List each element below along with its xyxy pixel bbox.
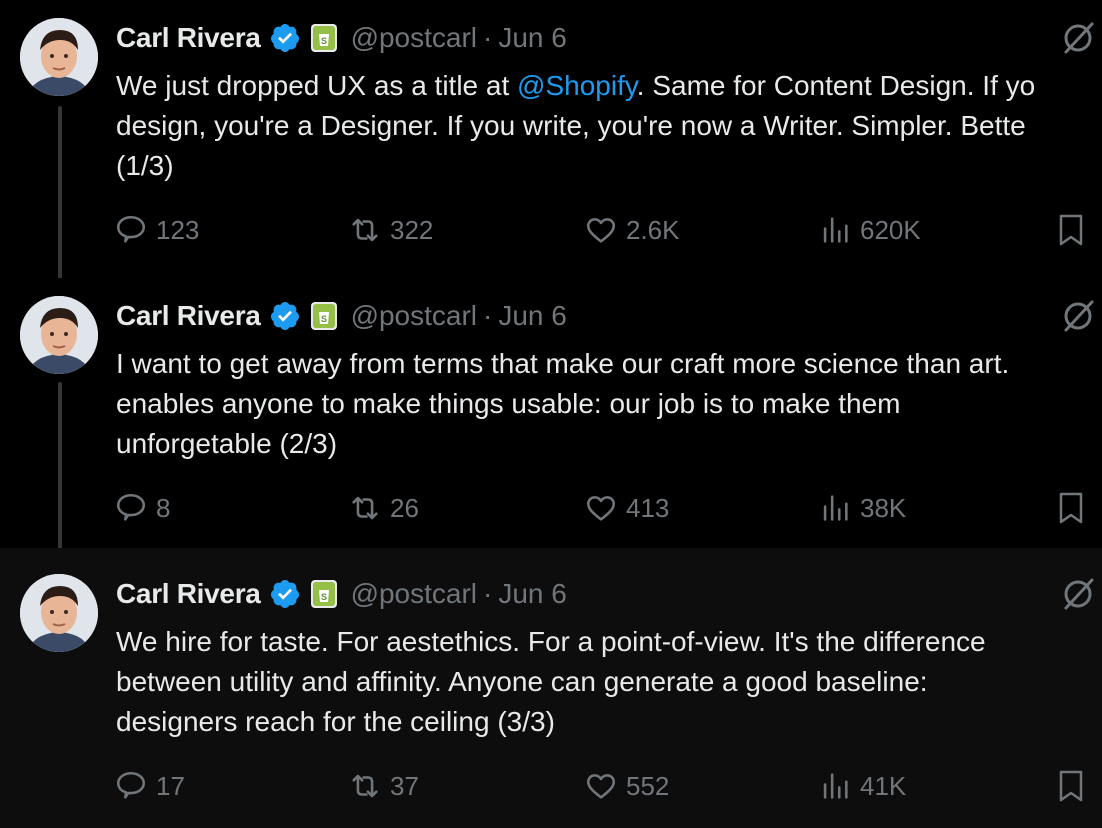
views-icon <box>823 495 848 521</box>
like-count: 2.6K <box>626 214 680 245</box>
tweet-actions: 8 26 413 38K <box>0 488 1102 528</box>
tweet-text-line: design, you're a Designer. If you write,… <box>116 110 1026 141</box>
svg-text:S: S <box>321 36 327 46</box>
tweet-text-line: I want to get away from terms that make … <box>116 348 1010 379</box>
repost-button[interactable]: 37 <box>348 766 419 806</box>
tweet-text: We hire for taste. For aestethics. For a… <box>116 622 1102 742</box>
author-handle[interactable]: @postcarl <box>351 578 477 610</box>
tweet-date[interactable]: Jun 6 <box>498 578 567 610</box>
author-name[interactable]: Carl Rivera <box>116 22 261 54</box>
repost-icon <box>352 218 378 242</box>
reply-icon <box>116 215 146 243</box>
views-count: 41K <box>860 770 907 801</box>
shopify-badge-icon[interactable]: S <box>310 580 337 608</box>
grok-icon[interactable] <box>1060 576 1096 612</box>
reply-count: 17 <box>156 770 185 801</box>
tweet-text-line: enables anyone to make things usable: ou… <box>116 388 901 419</box>
grok-icon[interactable] <box>1060 20 1096 56</box>
tweet-date[interactable]: Jun 6 <box>498 300 567 332</box>
views-button[interactable]: 41K <box>818 766 906 806</box>
views-count: 38K <box>860 492 907 523</box>
tweet-text-line: (1/3) <box>116 150 174 181</box>
repost-count: 26 <box>390 492 419 523</box>
repost-button[interactable]: 26 <box>348 488 419 528</box>
shopify-badge-icon[interactable]: S <box>310 24 337 52</box>
tweet-text-line: We just dropped UX as a title at @Shopif… <box>116 66 1102 106</box>
verified-badge-icon <box>269 300 301 332</box>
views-icon <box>823 773 848 799</box>
like-button[interactable]: 2.6K <box>584 210 680 250</box>
verified-badge-icon <box>269 22 301 54</box>
tweet-text: I want to get away from terms that make … <box>116 344 1102 464</box>
reply-button[interactable]: 17 <box>114 766 185 806</box>
author-handle[interactable]: @postcarl <box>351 300 477 332</box>
svg-text:S: S <box>321 592 327 602</box>
svg-text:S: S <box>321 314 327 324</box>
like-icon <box>586 218 616 243</box>
reply-button[interactable]: 8 <box>114 488 170 528</box>
verified-badge-icon <box>269 578 301 610</box>
bookmark-icon[interactable] <box>1056 213 1086 247</box>
separator-dot: · <box>483 578 493 609</box>
grok-icon[interactable] <box>1060 298 1096 334</box>
author-name[interactable]: Carl Rivera <box>116 578 261 610</box>
views-button[interactable]: 38K <box>818 488 906 528</box>
tweet-actions: 123 322 2.6K 620K <box>0 210 1102 250</box>
repost-count: 322 <box>390 214 434 245</box>
tweet-header: Carl Rivera S @postcarl · Jun 6 <box>116 574 567 614</box>
repost-button[interactable]: 322 <box>348 210 433 250</box>
views-count: 620K <box>860 214 921 245</box>
like-icon <box>586 774 616 799</box>
tweet-header: Carl Rivera S @postcarl · Jun 6 <box>116 18 567 58</box>
avatar[interactable] <box>20 574 98 652</box>
tweet-actions: 17 37 552 41K <box>0 766 1102 806</box>
tweet-header: Carl Rivera S @postcarl · Jun 6 <box>116 296 567 336</box>
reply-icon <box>116 493 146 521</box>
reply-count: 123 <box>156 214 200 245</box>
tweet-text-line: designers reach for the ceiling (3/3) <box>116 706 555 737</box>
separator-dot: · <box>483 22 493 53</box>
bookmark-icon[interactable] <box>1056 491 1086 525</box>
tweet-1[interactable]: Carl Rivera S @postcarl · Jun 6 We just … <box>0 0 1102 286</box>
tweet-text-line: We hire for taste. For aestethics. For a… <box>116 626 986 657</box>
avatar[interactable] <box>20 296 98 374</box>
shopify-badge-icon[interactable]: S <box>310 302 337 330</box>
like-count: 413 <box>626 492 670 523</box>
tweet-text-line: unforgetable (2/3) <box>116 428 338 459</box>
author-handle[interactable]: @postcarl <box>351 22 477 54</box>
mention-link[interactable]: @Shopify <box>517 70 637 101</box>
tweet-text: We just dropped UX as a title at @Shopif… <box>116 66 1102 186</box>
author-name[interactable]: Carl Rivera <box>116 300 261 332</box>
reply-button[interactable]: 123 <box>114 210 199 250</box>
like-icon <box>586 496 616 521</box>
tweet-3[interactable]: Carl Rivera S @postcarl · Jun 6 We hire … <box>0 548 1102 828</box>
avatar[interactable] <box>20 18 98 96</box>
like-button[interactable]: 413 <box>584 488 669 528</box>
separator-dot: · <box>483 300 493 331</box>
text-segment: We just dropped UX as a title at <box>116 70 518 101</box>
views-icon <box>823 217 848 243</box>
like-count: 552 <box>626 770 670 801</box>
repost-count: 37 <box>390 770 419 801</box>
reply-icon <box>116 771 146 799</box>
text-segment: . Same for Content Design. If yo <box>636 70 1036 101</box>
bookmark-icon[interactable] <box>1056 769 1086 803</box>
repost-icon <box>352 774 378 798</box>
tweet-2[interactable]: Carl Rivera S @postcarl · Jun 6 I want t… <box>0 278 1102 552</box>
reply-count: 8 <box>156 492 171 523</box>
tweet-date[interactable]: Jun 6 <box>498 22 567 54</box>
repost-icon <box>352 496 378 520</box>
views-button[interactable]: 620K <box>818 210 921 250</box>
like-button[interactable]: 552 <box>584 766 669 806</box>
tweet-text-line: between utility and affinity. Anyone can… <box>116 666 928 697</box>
thread-line <box>58 106 62 286</box>
